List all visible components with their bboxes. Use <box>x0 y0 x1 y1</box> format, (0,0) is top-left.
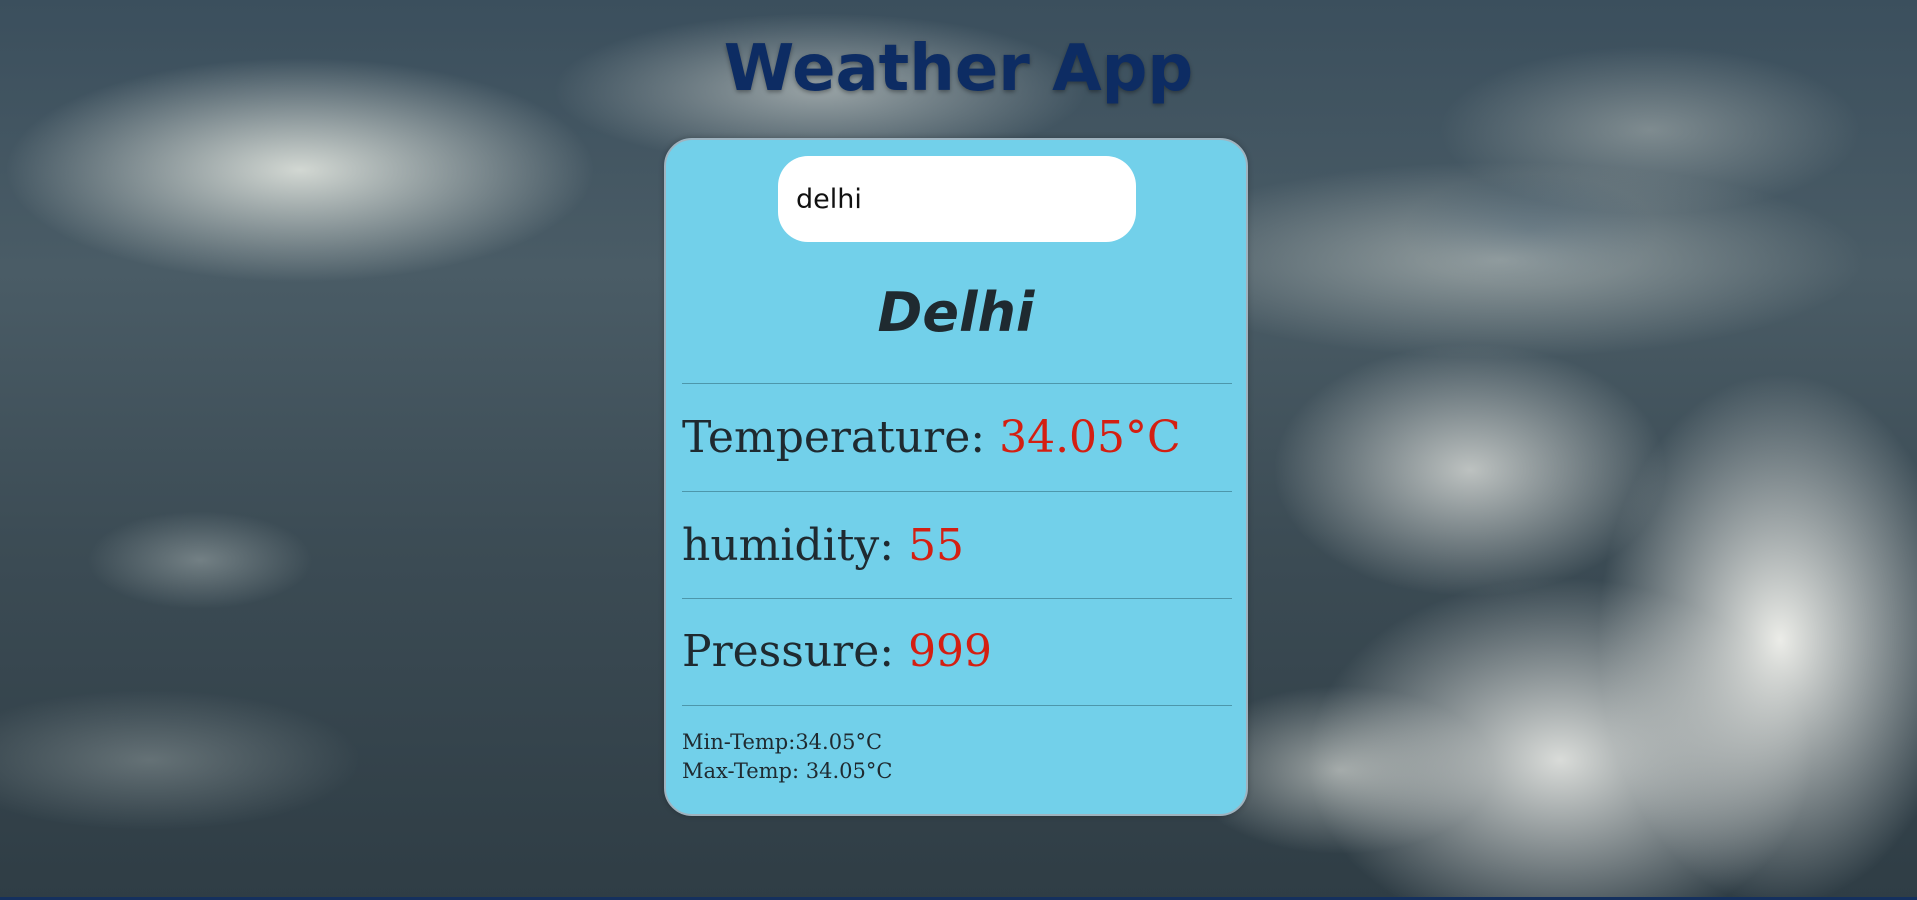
pressure-label: Pressure: <box>682 626 909 677</box>
city-search-input[interactable] <box>778 156 1136 242</box>
app-title: Weather App <box>723 32 1194 106</box>
divider <box>682 491 1232 492</box>
humidity-label: humidity: <box>682 520 909 571</box>
weather-card: Delhi Temperature: 34.05°C humidity: 55 … <box>664 138 1248 816</box>
pressure-value: 999 <box>908 626 993 677</box>
weather-app-page: { "app": { "title": "Weather App" }, "se… <box>0 0 1917 900</box>
min-temp-text: Min-Temp:34.05°C <box>682 730 883 754</box>
divider <box>682 383 1232 384</box>
temperature-row: Temperature: 34.05°C <box>682 408 1232 468</box>
temperature-label: Temperature: <box>682 412 1000 463</box>
max-temp-text: Max-Temp: 34.05°C <box>682 759 893 783</box>
temperature-value: 34.05°C <box>999 412 1181 463</box>
humidity-row: humidity: 55 <box>682 516 1232 576</box>
pressure-row: Pressure: 999 <box>682 622 1232 682</box>
divider <box>682 598 1232 599</box>
divider <box>682 705 1232 706</box>
humidity-value: 55 <box>908 520 965 571</box>
city-name: Delhi <box>877 281 1035 344</box>
